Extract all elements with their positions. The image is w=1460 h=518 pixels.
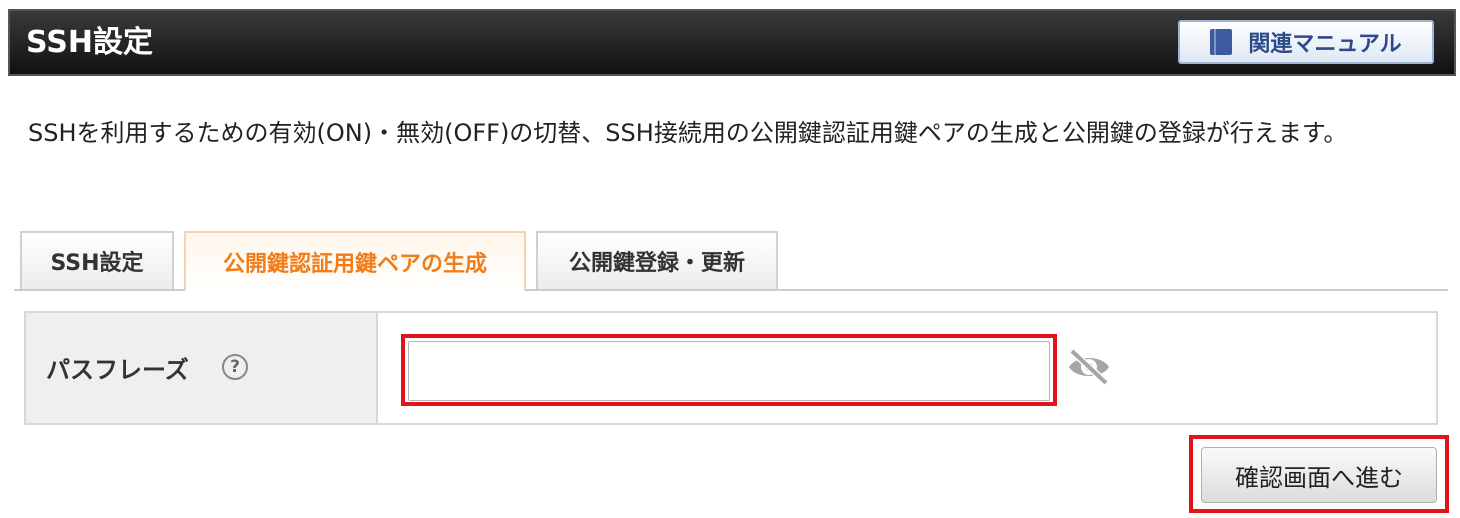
tab-label: SSH設定 (50, 251, 144, 276)
submit-highlight: 確認画面へ進む (1189, 435, 1449, 513)
tab-register-public-key[interactable]: 公開鍵登録・更新 (536, 231, 778, 289)
related-manual-label: 関連マニュアル (1248, 32, 1402, 57)
tab-label: 公開鍵認証用鍵ペアの生成 (222, 252, 487, 277)
passphrase-form: パスフレーズ ? (24, 311, 1438, 425)
passphrase-highlight (401, 334, 1057, 406)
tab-ssh-settings[interactable]: SSH設定 (20, 231, 174, 289)
page-title: SSH設定 (26, 25, 153, 60)
confirm-button-label: 確認画面へ進む (1235, 463, 1403, 492)
book-icon (1210, 29, 1233, 55)
help-icon[interactable]: ? (222, 354, 248, 380)
page-description: SSHを利用するための有効(ON)・無効(OFF)の切替、SSH接続用の公開鍵認… (28, 119, 1348, 147)
eye-slash-icon[interactable] (1066, 347, 1112, 387)
tab-label: 公開鍵登録・更新 (568, 251, 745, 276)
related-manual-button[interactable]: 関連マニュアル (1178, 20, 1434, 64)
page-header: SSH設定 関連マニュアル (8, 9, 1456, 76)
passphrase-label: パスフレーズ (46, 356, 189, 384)
passphrase-input[interactable] (408, 341, 1050, 401)
confirm-button[interactable]: 確認画面へ進む (1201, 447, 1437, 503)
passphrase-label-cell: パスフレーズ ? (26, 313, 378, 423)
tab-generate-key-pair[interactable]: 公開鍵認証用鍵ペアの生成 (184, 231, 526, 291)
tab-bar: SSH設定 公開鍵認証用鍵ペアの生成 公開鍵登録・更新 (14, 231, 1448, 291)
